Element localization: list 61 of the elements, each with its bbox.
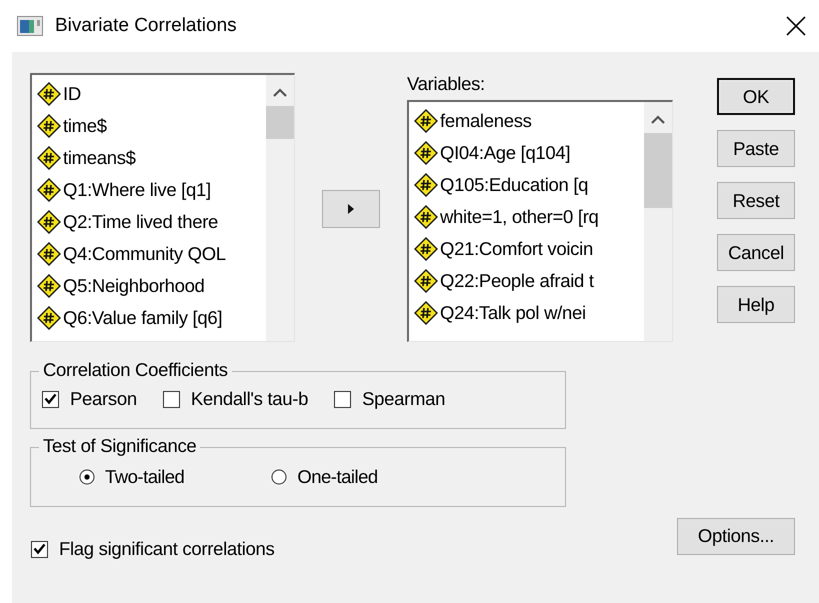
variable-item[interactable]: Q105:Education [q <box>440 174 588 196</box>
scale-variable-icon <box>414 173 438 197</box>
dialog-button[interactable]: Reset <box>717 182 795 219</box>
dialog-button[interactable]: OK <box>717 78 795 115</box>
scale-variable-icon <box>414 269 438 293</box>
dialog-button[interactable]: Help <box>717 286 795 323</box>
scale-variable-icon <box>37 210 61 234</box>
variable-item[interactable]: femaleness <box>440 110 532 132</box>
scroll-up-icon[interactable] <box>651 115 665 124</box>
variable-item[interactable]: Q2:Time lived there <box>63 211 218 233</box>
options-button[interactable]: Options... <box>677 518 795 554</box>
app-icon <box>17 16 43 36</box>
window-title: Bivariate Correlations <box>55 15 238 37</box>
checkbox[interactable] <box>162 390 180 408</box>
variable-item[interactable]: ID <box>63 83 81 105</box>
scrollbar-thumb[interactable] <box>644 133 672 208</box>
scale-variable-icon <box>37 242 61 266</box>
right-triangle-icon <box>347 203 355 215</box>
scale-variable-icon <box>37 114 61 138</box>
scale-variable-icon <box>37 146 61 170</box>
variables-label: Variables: <box>407 73 485 96</box>
scale-variable-icon <box>414 205 438 229</box>
variable-item[interactable]: Q1:Where live [q1] <box>63 179 211 201</box>
variable-item[interactable]: white=1, other=0 [rq <box>440 206 599 228</box>
checkbox[interactable] <box>31 540 48 558</box>
variable-item[interactable]: Q5:Neighborhood <box>63 275 205 297</box>
variable-item[interactable]: Q21:Comfort voicin <box>440 238 593 260</box>
variable-item[interactable]: Q22:People afraid t <box>440 270 594 292</box>
scrollbar[interactable] <box>644 102 672 341</box>
close-icon[interactable] <box>786 16 806 36</box>
scale-variable-icon <box>414 109 438 133</box>
variable-item[interactable]: QI04:Age [q104] <box>440 142 570 164</box>
variable-item[interactable]: Q6:Value family [q6] <box>63 307 222 329</box>
checkbox-label[interactable]: Kendall's tau-b <box>190 388 308 410</box>
variable-item[interactable]: timeans$ <box>63 147 136 169</box>
scroll-up-icon[interactable] <box>273 88 287 97</box>
variable-item[interactable]: time$ <box>63 115 107 137</box>
scale-variable-icon <box>37 178 61 202</box>
variable-item[interactable]: Q4:Community QOL <box>63 243 226 265</box>
radio-button[interactable] <box>79 469 95 485</box>
scale-variable-icon <box>37 82 61 106</box>
radio-label[interactable]: Two-tailed <box>105 466 184 488</box>
dialog-button[interactable]: Paste <box>717 130 795 167</box>
scale-variable-icon <box>414 301 438 325</box>
scale-variable-icon <box>414 237 438 261</box>
variable-item[interactable]: Q24:Talk pol w/nei <box>440 302 586 324</box>
checkbox-label[interactable]: Flag significant correlations <box>59 538 274 560</box>
checkbox[interactable] <box>334 390 352 408</box>
checkbox[interactable] <box>42 390 59 408</box>
scale-variable-icon <box>37 306 61 330</box>
variable-list[interactable]: ID time$ timeans$ Q1:Where live [q1] Q2:Time lived there Q4:Community QOL Q5:Neighborhood Q6:Value family [q6] <box>30 73 295 342</box>
scale-variable-icon <box>37 274 61 298</box>
radio-label[interactable]: One-tailed <box>297 466 378 488</box>
dialog-button[interactable]: Cancel <box>717 234 795 271</box>
variable-list[interactable]: femaleness QI04:Age [q104] Q105:Education [q white=1, other=0 [rq Q21:Comfort voicin Q22:People afraid t Q24:Talk pol w/nei <box>407 100 673 342</box>
scrollbar-thumb[interactable] <box>266 106 294 139</box>
checkbox-label[interactable]: Spearman <box>362 388 446 410</box>
checkbox-label[interactable]: Pearson <box>70 388 137 410</box>
radio-button[interactable] <box>271 469 288 485</box>
scale-variable-icon <box>414 141 438 165</box>
scrollbar[interactable] <box>266 75 294 341</box>
